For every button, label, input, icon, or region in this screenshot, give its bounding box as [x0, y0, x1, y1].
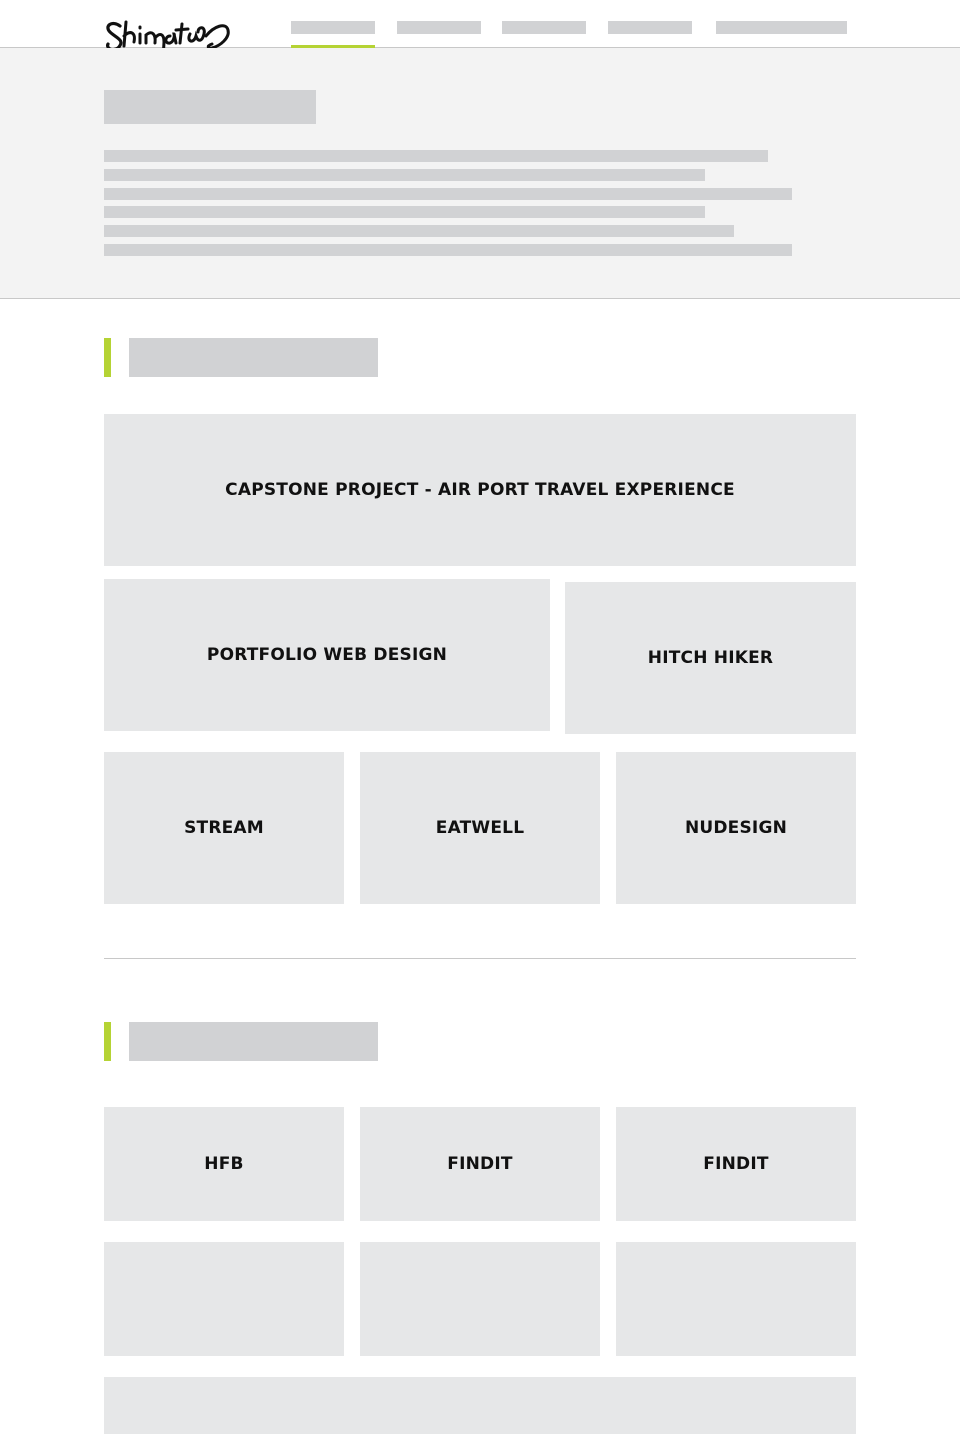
hero-text-line [104, 188, 792, 200]
project-tile-hitch-hiker[interactable]: HITCH HIKER [565, 582, 856, 734]
nav-item-5[interactable] [716, 21, 847, 34]
project-tile-stream[interactable]: STREAM [104, 752, 344, 904]
project-tile-findit[interactable]: FINDIT [616, 1107, 856, 1221]
hero-section [0, 48, 960, 299]
hero-text-line [104, 206, 705, 218]
hero-text-line [104, 225, 734, 237]
project-tile-findit[interactable]: FINDIT [360, 1107, 600, 1221]
section-title-placeholder [129, 1022, 378, 1061]
hero-text-line [104, 169, 705, 181]
section-accent-bar [104, 338, 111, 377]
nav-item-3[interactable] [502, 21, 586, 34]
project-tile-empty[interactable] [360, 1242, 600, 1356]
nav-item-1[interactable] [291, 21, 375, 34]
project-tile-empty[interactable] [104, 1242, 344, 1356]
project-tile-label: HITCH HIKER [647, 648, 774, 668]
hero-title-placeholder [104, 90, 316, 124]
project-tile-portfolio-web-design[interactable]: PORTFOLIO WEB DESIGN [104, 579, 550, 731]
project-tile-label: HFB [204, 1154, 244, 1174]
site-header [0, 0, 960, 70]
project-tile-eatwell[interactable]: EATWELL [360, 752, 600, 904]
project-tile-capstone[interactable]: CAPSTONE PROJECT - AIR PORT TRAVEL EXPER… [104, 414, 856, 566]
project-tile-label: FINDIT [447, 1154, 513, 1174]
project-tile-empty[interactable] [616, 1242, 856, 1356]
hero-text-line [104, 150, 768, 162]
project-tile-wide-empty[interactable] [104, 1377, 856, 1434]
hero-text-line [104, 244, 792, 256]
project-tile-label: EATWELL [435, 818, 525, 838]
project-tile-label: FINDIT [703, 1154, 769, 1174]
project-tile-hfb[interactable]: HFB [104, 1107, 344, 1221]
project-tile-label: NUDESIGN [684, 818, 788, 838]
nav-item-4[interactable] [608, 21, 692, 34]
project-tile-label: STREAM [184, 818, 264, 838]
nav-item-2[interactable] [397, 21, 481, 34]
project-tile-nudesign[interactable]: NUDESIGN [616, 752, 856, 904]
section-accent-bar [104, 1022, 111, 1061]
project-tile-label: PORTFOLIO WEB DESIGN [206, 645, 448, 665]
section-divider [104, 958, 856, 959]
project-tile-label: CAPSTONE PROJECT - AIR PORT TRAVEL EXPER… [225, 480, 735, 500]
section-title-placeholder [129, 338, 378, 377]
